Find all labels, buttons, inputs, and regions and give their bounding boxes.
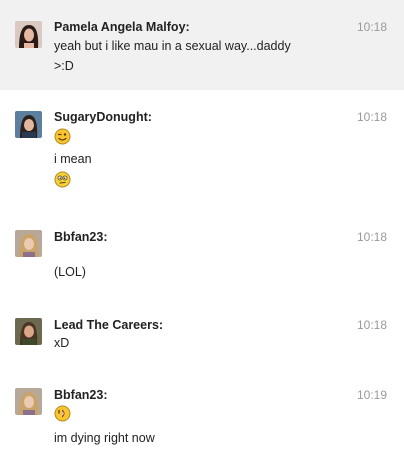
confused-smiley-icon (54, 171, 71, 188)
avatar-image (15, 388, 42, 415)
avatar[interactable] (15, 388, 42, 415)
avatar-image (15, 111, 42, 138)
chat-message: Bbfan23: 10:19 im dying right now (0, 372, 404, 470)
avatar[interactable] (15, 21, 42, 48)
timestamp: 10:18 (356, 318, 387, 332)
avatar-image (15, 318, 42, 345)
message-text: (LOL) (54, 265, 86, 279)
avatar[interactable] (15, 318, 42, 345)
chat-message: Lead The Careers: 10:18 xD (0, 302, 404, 372)
message-text: yeah but i like mau in a sexual way...da… (54, 39, 291, 53)
avatar-image (15, 21, 42, 48)
avatar[interactable] (15, 111, 42, 138)
sender-name[interactable]: Bbfan23: (54, 388, 107, 402)
chat-message: Bbfan23: 10:18 (LOL) (0, 208, 404, 302)
chat-message: Pamela Angela Malfoy: 10:18 yeah but i l… (0, 0, 404, 90)
message-text: >:D (54, 59, 74, 73)
avatar-image (15, 230, 42, 257)
laughing-smiley-icon (54, 405, 71, 422)
message-text: i mean (54, 152, 92, 166)
timestamp: 10:18 (356, 230, 387, 244)
sender-name[interactable]: Lead The Careers: (54, 318, 163, 332)
chat-message: SugaryDonught: 10:18 i mean (0, 90, 404, 208)
sender-name[interactable]: Bbfan23: (54, 230, 107, 244)
timestamp: 10:18 (356, 20, 387, 34)
sender-name[interactable]: Pamela Angela Malfoy: (54, 20, 190, 34)
wink-smiley-icon (54, 128, 71, 145)
timestamp: 10:18 (356, 110, 387, 124)
sender-name[interactable]: SugaryDonught: (54, 110, 152, 124)
timestamp: 10:19 (356, 388, 387, 402)
avatar[interactable] (15, 230, 42, 257)
message-text: im dying right now (54, 431, 155, 445)
message-text: xD (54, 336, 70, 350)
